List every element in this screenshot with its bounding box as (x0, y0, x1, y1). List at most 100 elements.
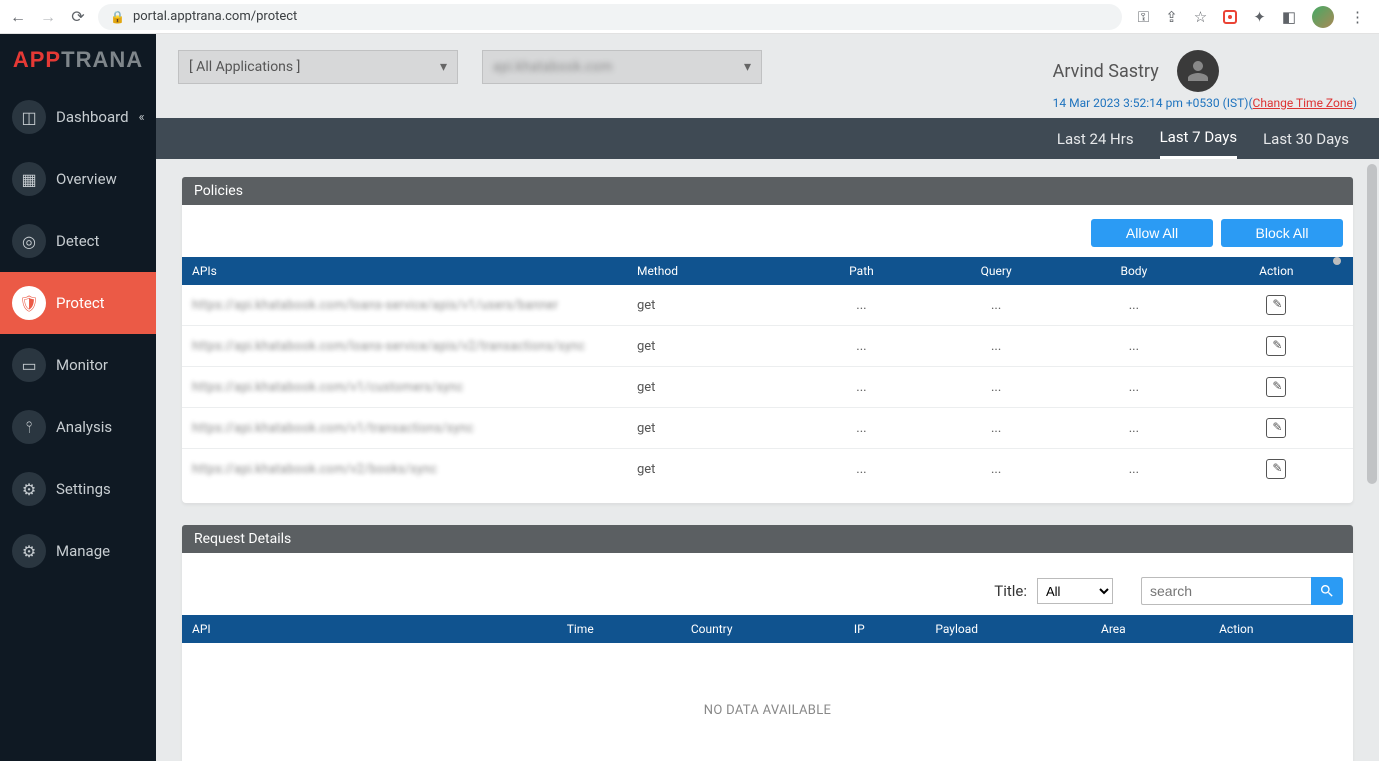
cell-path: ... (799, 449, 925, 490)
table-row: https://api.khatabook.com/loans-service/… (182, 326, 1353, 367)
extensions-icon[interactable]: ✦ (1253, 8, 1266, 26)
back-button[interactable]: ← (8, 7, 28, 27)
col-header-country: Country (681, 615, 844, 643)
sidebar-item-label: Overview (56, 170, 117, 188)
sidebar-item-overview[interactable]: ▦ Overview (0, 148, 156, 210)
manage-icon: ⚙ (12, 534, 46, 568)
monitor-icon: ▭ (12, 348, 46, 382)
cell-query: ... (924, 326, 1068, 367)
star-icon[interactable]: ☆ (1194, 8, 1207, 26)
change-timezone-link[interactable]: Change Time Zone (1253, 96, 1353, 110)
range-7d[interactable]: Last 7 Days (1160, 118, 1238, 159)
range-24h[interactable]: Last 24 Hrs (1057, 120, 1134, 158)
profile-avatar-icon[interactable] (1312, 6, 1334, 28)
requests-table: API Time Country IP Payload Area Action (182, 615, 1353, 643)
sidepanel-icon[interactable]: ◧ (1282, 8, 1296, 26)
sidebar-item-label: Settings (56, 480, 111, 498)
user-block: Arvind Sastry 14 Mar 2023 3:52:14 pm +05… (1053, 50, 1357, 110)
col-header-action: Action (1200, 257, 1353, 285)
block-all-button[interactable]: Block All (1221, 219, 1343, 247)
sidebar-item-analysis[interactable]: ⫯ Analysis (0, 396, 156, 458)
edit-icon[interactable] (1266, 295, 1286, 315)
col-header-api: API (182, 615, 557, 643)
address-bar[interactable]: 🔒 portal.apptrana.com/protect (98, 4, 1122, 30)
title-filter-select[interactable]: All (1037, 578, 1113, 604)
col-header-body: Body (1068, 257, 1200, 285)
cell-body: ... (1068, 408, 1200, 449)
table-scroll-indicator[interactable] (1333, 257, 1341, 265)
edit-icon[interactable] (1266, 377, 1286, 397)
sidebar-item-label: Monitor (56, 356, 108, 374)
content: Policies Allow All Block All APIs Method (156, 159, 1379, 761)
logo-part2: TRANA (61, 47, 143, 73)
range-30d[interactable]: Last 30 Days (1263, 120, 1349, 158)
key-icon[interactable]: ⚿ (1138, 8, 1149, 26)
menu-icon[interactable]: ⋮ (1350, 8, 1365, 26)
cell-body: ... (1068, 449, 1200, 490)
search-button[interactable] (1311, 577, 1343, 605)
cell-api: https://api.khatabook.com/v1/transaction… (182, 408, 627, 449)
timestamp-text: 14 Mar 2023 3:52:14 pm +0530 (IST) (1053, 96, 1249, 110)
table-row: https://api.khatabook.com/loans-service/… (182, 285, 1353, 326)
logo: APPTRANA (0, 34, 156, 86)
col-header-area: Area (1091, 615, 1209, 643)
main: [ All Applications ] ▾ api.khatabook.com… (156, 34, 1379, 761)
cell-method: get (627, 285, 799, 326)
chrome-toolbar-icons: ⚿ ⇪ ☆ ✦ ◧ ⋮ (1132, 6, 1371, 28)
cell-action (1200, 285, 1353, 326)
request-details-title: Request Details (182, 525, 1353, 553)
policies-panel-title: Policies (182, 177, 1353, 205)
url-text: portal.apptrana.com/protect (133, 9, 297, 24)
col-header-method: Method (627, 257, 799, 285)
no-data-message: NO DATA AVAILABLE (182, 643, 1353, 761)
timestamp: 14 Mar 2023 3:52:14 pm +0530 (IST)(Chang… (1053, 96, 1357, 110)
allow-all-button[interactable]: Allow All (1091, 219, 1213, 247)
cell-query: ... (924, 367, 1068, 408)
detect-icon: ◎ (12, 224, 46, 258)
cell-method: get (627, 367, 799, 408)
search-input[interactable] (1141, 577, 1311, 605)
edit-icon[interactable] (1266, 336, 1286, 356)
chevron-down-icon: ▾ (744, 59, 751, 75)
cell-path: ... (799, 326, 925, 367)
col-header-time: Time (557, 615, 681, 643)
sidebar-item-label: Analysis (56, 418, 112, 436)
share-icon[interactable]: ⇪ (1165, 8, 1178, 26)
overview-icon: ▦ (12, 162, 46, 196)
sidebar-item-dashboard[interactable]: ◫ Dashboard « (0, 86, 156, 148)
user-avatar[interactable] (1177, 50, 1219, 92)
cell-path: ... (799, 285, 925, 326)
cell-method: get (627, 449, 799, 490)
scrollbar[interactable] (1367, 164, 1377, 761)
cell-action (1200, 449, 1353, 490)
dashboard-icon: ◫ (12, 100, 46, 134)
application-selector-label: [ All Applications ] (189, 59, 300, 75)
sidebar-item-detect[interactable]: ◎ Detect (0, 210, 156, 272)
capture-icon[interactable] (1223, 10, 1237, 24)
cell-query: ... (924, 285, 1068, 326)
col-header-ip: IP (844, 615, 926, 643)
cell-action (1200, 408, 1353, 449)
cell-action (1200, 326, 1353, 367)
analysis-icon: ⫯ (12, 410, 46, 444)
reload-button[interactable]: ⟳ (68, 7, 88, 26)
topbar: [ All Applications ] ▾ api.khatabook.com… (156, 34, 1379, 118)
col-header-path: Path (799, 257, 925, 285)
site-selector[interactable]: api.khatabook.com ▾ (482, 50, 762, 84)
application-selector[interactable]: [ All Applications ] ▾ (178, 50, 458, 84)
edit-icon[interactable] (1266, 418, 1286, 438)
policies-panel: Policies Allow All Block All APIs Method (182, 177, 1353, 503)
sidebar-item-monitor[interactable]: ▭ Monitor (0, 334, 156, 396)
logo-part1: APP (13, 47, 61, 73)
sidebar-item-settings[interactable]: ⚙ Settings (0, 458, 156, 520)
chevron-left-icon: « (139, 110, 145, 125)
col-header-payload: Payload (925, 615, 1091, 643)
cell-api: https://api.khatabook.com/v1/customers/s… (182, 367, 627, 408)
sidebar-item-protect[interactable]: 🛡 Protect (0, 272, 156, 334)
edit-icon[interactable] (1266, 459, 1286, 479)
forward-button[interactable]: → (38, 7, 58, 27)
cell-api: https://api.khatabook.com/v2/books/sync (182, 449, 627, 490)
request-details-panel: Request Details Title: All (182, 525, 1353, 761)
chevron-down-icon: ▾ (440, 59, 447, 75)
sidebar-item-manage[interactable]: ⚙ Manage (0, 520, 156, 582)
